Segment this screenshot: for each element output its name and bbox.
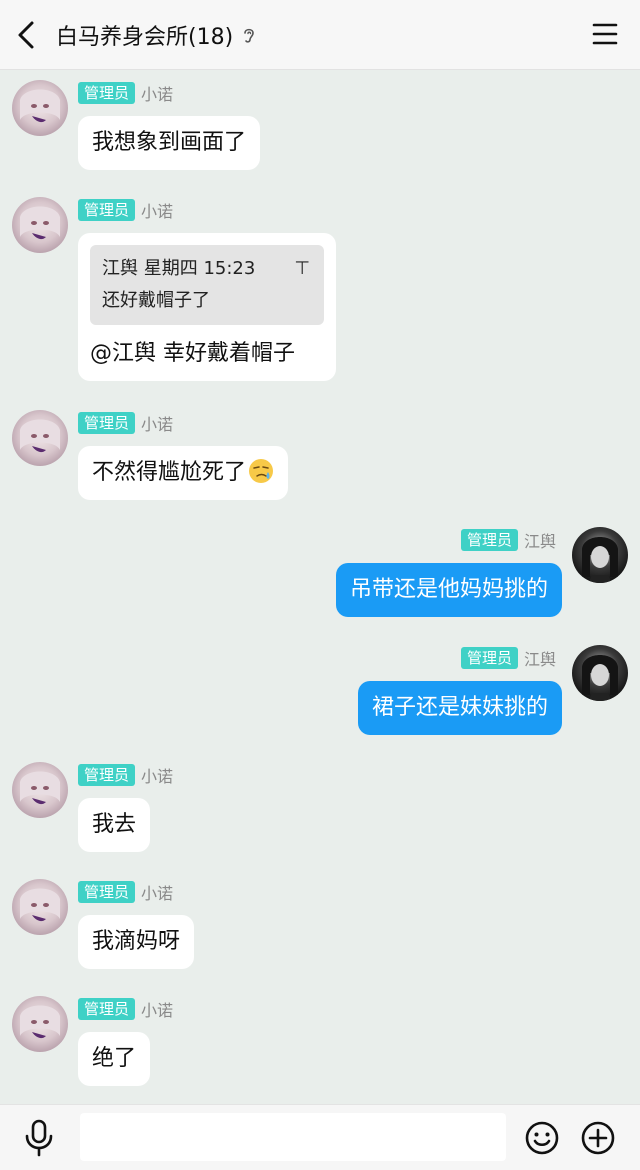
message-item: 管理员 小诺 我滴妈呀 bbox=[0, 869, 640, 979]
sender-name: 小诺 bbox=[141, 85, 174, 104]
message-meta: 管理员 小诺 bbox=[78, 998, 173, 1020]
chat-header: 白马养身会所(18) bbox=[0, 0, 640, 70]
sender-name: 江舆 bbox=[523, 650, 556, 669]
message-meta: 管理员 小诺 bbox=[78, 412, 173, 434]
avatar-xiaonuo[interactable] bbox=[12, 197, 68, 253]
admin-badge: 管理员 bbox=[78, 998, 136, 1020]
message-meta: 管理员 小诺 bbox=[78, 199, 173, 221]
message-meta: 管理员 小诺 bbox=[78, 82, 173, 104]
sender-name: 江舆 bbox=[523, 532, 556, 551]
avatar-jiangyu[interactable] bbox=[572, 645, 628, 701]
message-bubble[interactable]: 吊带还是他妈妈挑的 bbox=[335, 563, 562, 617]
message-input[interactable] bbox=[80, 1113, 506, 1161]
ear-icon bbox=[244, 28, 254, 43]
avatar-xiaonuo[interactable] bbox=[12, 996, 68, 1052]
message-item: 管理员 江舆 裙子还是妹妹挑的 bbox=[0, 635, 640, 745]
title-wrap: 白马养身会所(18) bbox=[56, 0, 257, 70]
emoji-icon[interactable] bbox=[524, 1120, 560, 1156]
sweat-face-emoji bbox=[249, 459, 274, 483]
message-item: 管理员 小诺 不然得尴尬死了 bbox=[0, 400, 640, 510]
input-bar bbox=[0, 1104, 640, 1170]
quoted-message[interactable]: 江舆 星期四 15:23 还好戴帽子了 ⊤ bbox=[90, 245, 324, 325]
menu-icon[interactable] bbox=[592, 21, 618, 47]
message-text: 我滴妈呀 bbox=[92, 929, 181, 954]
message-bubble[interactable]: 绝了 bbox=[78, 1032, 151, 1086]
quote-author: 江舆 星期四 15:23 bbox=[102, 258, 256, 279]
message-bubble[interactable]: 不然得尴尬死了 bbox=[78, 446, 289, 500]
back-arrow-icon[interactable] bbox=[10, 15, 46, 55]
message-meta: 管理员 小诺 bbox=[78, 764, 173, 786]
admin-badge: 管理员 bbox=[78, 199, 136, 221]
avatar-xiaonuo[interactable] bbox=[12, 762, 68, 818]
avatar-xiaonuo[interactable] bbox=[12, 80, 68, 136]
message-meta: 管理员 小诺 bbox=[78, 881, 173, 903]
message-text: 吊带还是他妈妈挑的 bbox=[349, 577, 548, 602]
message-item: 管理员 小诺 绝了 bbox=[0, 986, 640, 1096]
admin-badge: 管理员 bbox=[78, 881, 136, 903]
group-title[interactable]: 白马养身会所(18) bbox=[56, 19, 233, 51]
message-item: 管理员 小诺 我去 bbox=[0, 752, 640, 862]
admin-badge: 管理员 bbox=[78, 82, 136, 104]
message-text: 裙子还是妹妹挑的 bbox=[371, 695, 548, 720]
message-item: 管理员 小诺 我想象到画面了 bbox=[0, 70, 640, 180]
quote-jump-icon[interactable]: ⊤ bbox=[294, 253, 310, 285]
admin-badge: 管理员 bbox=[78, 764, 136, 786]
message-text: 绝了 bbox=[92, 1046, 137, 1071]
message-meta: 管理员 江舆 bbox=[460, 647, 556, 669]
admin-badge: 管理员 bbox=[460, 647, 518, 669]
sender-name: 小诺 bbox=[141, 202, 174, 221]
add-icon[interactable] bbox=[580, 1120, 616, 1156]
message-bubble[interactable]: 我去 bbox=[78, 798, 151, 852]
message-text: 不然得尴尬死了 bbox=[92, 460, 247, 485]
message-text: 我想象到画面了 bbox=[92, 130, 247, 155]
message-bubble[interactable]: 我滴妈呀 bbox=[78, 915, 195, 969]
sender-name: 小诺 bbox=[141, 1001, 174, 1020]
sender-name: 小诺 bbox=[141, 767, 174, 786]
message-bubble[interactable]: 江舆 星期四 15:23 还好戴帽子了 ⊤ @江舆 幸好戴着帽子 bbox=[78, 233, 336, 381]
sender-name: 小诺 bbox=[141, 884, 174, 903]
avatar-jiangyu[interactable] bbox=[572, 527, 628, 583]
avatar-xiaonuo[interactable] bbox=[12, 410, 68, 466]
admin-badge: 管理员 bbox=[460, 529, 518, 551]
message-text: 我去 bbox=[92, 812, 137, 837]
admin-badge: 管理员 bbox=[78, 412, 136, 434]
message-text: @江舆 幸好戴着帽子 bbox=[90, 341, 295, 366]
microphone-icon[interactable] bbox=[22, 1119, 56, 1157]
message-item: 管理员 小诺 江舆 星期四 15:23 还好戴帽子了 ⊤ @江舆 幸好戴着帽子 bbox=[0, 187, 640, 397]
quote-text: 还好戴帽子了 bbox=[102, 290, 210, 311]
message-item: 管理员 江舆 吊带还是他妈妈挑的 bbox=[0, 517, 640, 627]
message-bubble[interactable]: 裙子还是妹妹挑的 bbox=[357, 681, 562, 735]
sender-name: 小诺 bbox=[141, 415, 174, 434]
avatar-xiaonuo[interactable] bbox=[12, 879, 68, 935]
message-meta: 管理员 江舆 bbox=[460, 529, 556, 551]
message-bubble[interactable]: 我想象到画面了 bbox=[78, 116, 261, 170]
